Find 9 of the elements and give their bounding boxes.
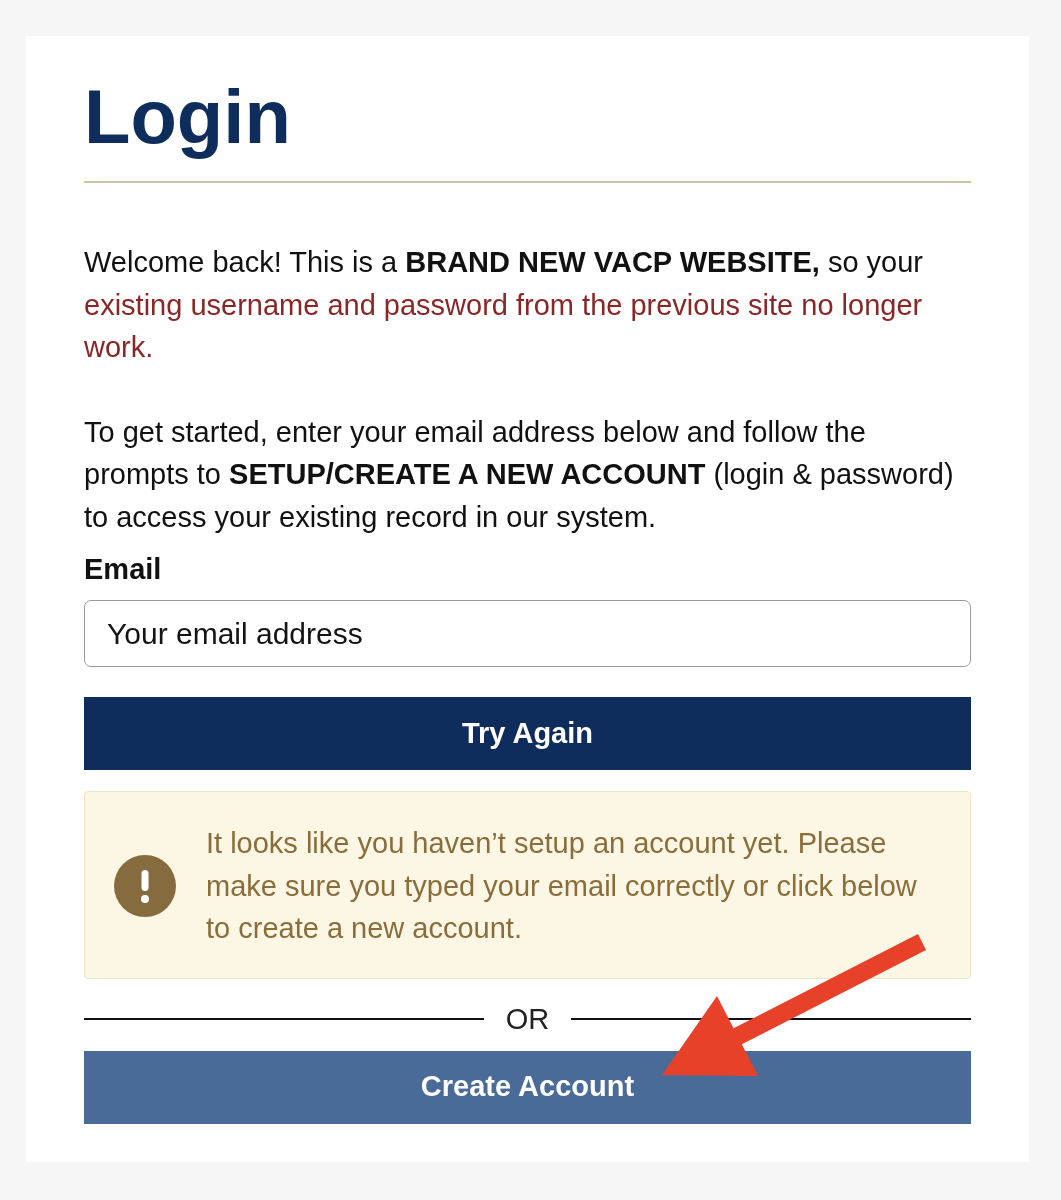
create-account-button[interactable]: Create Account (84, 1050, 971, 1124)
exclamation-circle-icon (114, 854, 176, 917)
alert-message: It looks like you haven’t setup an account yet. Please make sure you typed your email correctly or click below to create a new account. (206, 826, 918, 946)
try-again-button[interactable]: Try Again (84, 697, 971, 770)
or-separator: OR (505, 1001, 550, 1037)
instructions-paragraph: To get started, enter your email address below and follow the prompts to SETUP/CREATE A NEW ACCOUNT (login & password) to access your existing record in our system. (84, 414, 955, 535)
email-label: Email (84, 552, 162, 587)
welcome-paragraph: Welcome back! This is a BRAND NEW VACP WEBSITE, so your existing username and password from the previous site no longer work. (84, 245, 925, 365)
email-field[interactable]: Your email address (84, 600, 971, 667)
